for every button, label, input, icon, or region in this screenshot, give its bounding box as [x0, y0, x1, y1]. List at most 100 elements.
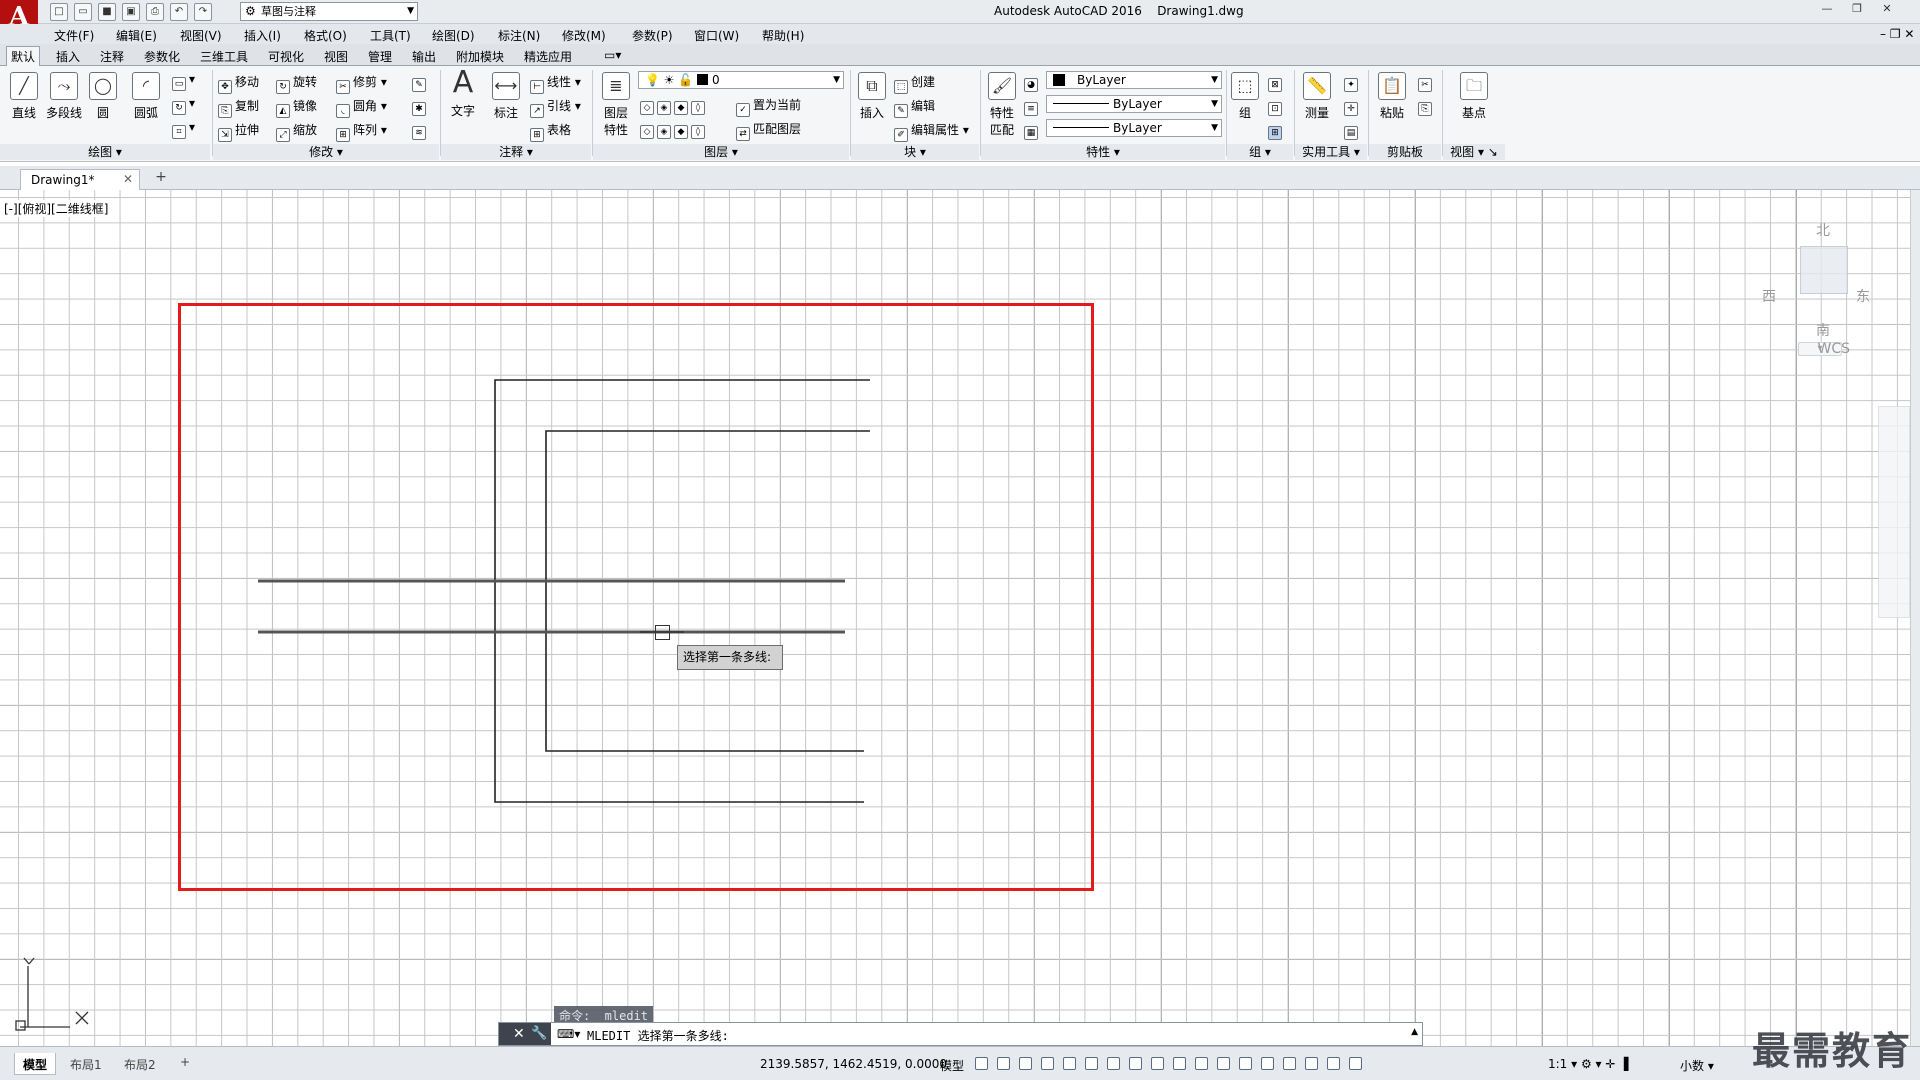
- erase-icon[interactable]: ✎: [412, 73, 429, 92]
- tab-home[interactable]: 默认: [6, 46, 41, 66]
- auto-scale-icon[interactable]: [1349, 1057, 1362, 1070]
- panel-label-properties[interactable]: 特性 ▾: [981, 144, 1225, 160]
- panel-label-layers[interactable]: 图层 ▾: [593, 144, 849, 160]
- table-button[interactable]: ⊞ 表格: [530, 121, 571, 142]
- wcs-dropdown[interactable]: WCS ▾: [1798, 342, 1850, 356]
- menu-item-view[interactable]: 视图(V): [180, 27, 222, 44]
- offset-icon[interactable]: ≋: [412, 121, 429, 140]
- lineweight-dropdown[interactable]: ByLayer ▼: [1046, 119, 1222, 137]
- paste-button[interactable]: 📋 粘贴: [1372, 72, 1412, 121]
- cut-icon[interactable]: ✂: [1418, 73, 1435, 92]
- edit-attributes-button[interactable]: ✐ 编辑属性 ▾: [894, 121, 969, 142]
- lineweight-display-icon[interactable]: [1173, 1057, 1186, 1070]
- menu-item-tools[interactable]: 工具(T): [370, 27, 411, 44]
- add-layout-icon[interactable]: +: [174, 1053, 196, 1075]
- arc-button[interactable]: ◜ 圆弧: [128, 72, 164, 121]
- hatch-icon[interactable]: ↻ ▾: [172, 96, 195, 115]
- panel-label-block[interactable]: 块 ▾: [851, 144, 979, 160]
- undo-icon[interactable]: ↶: [170, 3, 188, 21]
- mirror-button[interactable]: ◭ 镜像: [276, 97, 317, 118]
- dynamic-input-icon[interactable]: [1041, 1057, 1054, 1070]
- menu-item-format[interactable]: 格式(O): [304, 27, 347, 44]
- linear-dim-button[interactable]: ⊢ 线性 ▾: [530, 73, 581, 94]
- viewcube[interactable]: 北 西 东 南 WCS ▾: [1760, 210, 1870, 360]
- save-as-icon[interactable]: ▣: [122, 3, 140, 21]
- insert-block-button[interactable]: ⧉ 插入: [854, 72, 890, 121]
- create-block-button[interactable]: ⬚ 创建: [894, 73, 935, 94]
- color-wheel-icon[interactable]: ◕: [1024, 73, 1041, 92]
- text-button[interactable]: A 文字: [446, 68, 480, 119]
- redo-icon[interactable]: ↷: [194, 3, 212, 21]
- ribbon-minimize-icon[interactable]: ▭▾: [604, 48, 621, 62]
- tab-view[interactable]: 视图: [324, 48, 348, 65]
- vertical-scrollbar[interactable]: [1910, 190, 1920, 1046]
- edit-block-button[interactable]: ✎ 编辑: [894, 97, 935, 118]
- menu-window-controls[interactable]: – ❐ ✕: [1880, 27, 1914, 41]
- menu-item-edit[interactable]: 编辑(E): [116, 27, 157, 44]
- annotation-visibility-icon[interactable]: [1327, 1057, 1340, 1070]
- copy-clip-icon[interactable]: ⎘: [1418, 97, 1435, 116]
- layout-tab-layout2[interactable]: 布局2: [116, 1053, 164, 1075]
- command-input[interactable]: MLEDIT 选择第一条多线:: [587, 1027, 729, 1044]
- compass-south[interactable]: 南: [1816, 320, 1830, 340]
- transparency-icon[interactable]: ▦: [1024, 121, 1041, 140]
- print-icon[interactable]: ⎙: [146, 3, 164, 21]
- array-button[interactable]: ⊞ 阵列 ▾: [336, 121, 387, 142]
- tab-manage[interactable]: 管理: [368, 48, 392, 65]
- minimize-icon[interactable]: —: [1816, 2, 1838, 18]
- command-prompt-icon[interactable]: ⌨▾: [557, 1027, 580, 1041]
- ortho-icon[interactable]: [1063, 1057, 1076, 1070]
- isodraft-icon[interactable]: [1107, 1057, 1120, 1070]
- object-snap-tracking-icon[interactable]: [1129, 1057, 1142, 1070]
- rotate-button[interactable]: ↻ 旋转: [276, 73, 317, 94]
- compass-east[interactable]: 东: [1856, 286, 1870, 306]
- panel-label-utilities[interactable]: 实用工具 ▾: [1295, 144, 1367, 160]
- command-line-grip[interactable]: ✕ 🔧: [499, 1023, 551, 1045]
- linetype-dropdown[interactable]: ByLayer ▼: [1046, 95, 1222, 113]
- tab-visualize[interactable]: 可视化: [268, 48, 304, 65]
- command-line[interactable]: ✕ 🔧 ⌨▾ MLEDIT 选择第一条多线: ▲: [498, 1022, 1423, 1046]
- dynamic-ucs-icon[interactable]: [1261, 1057, 1274, 1070]
- close-icon[interactable]: ✕: [123, 172, 133, 186]
- save-icon[interactable]: ■: [98, 3, 116, 21]
- color-dropdown[interactable]: ByLayer ▼: [1046, 71, 1222, 89]
- menu-item-help[interactable]: 帮助(H): [762, 27, 804, 44]
- polyline-button[interactable]: ⤳ 多段线: [44, 72, 84, 121]
- model-space-toggle[interactable]: 模型: [940, 1057, 964, 1074]
- navigation-bar[interactable]: [1878, 406, 1910, 618]
- scale-button[interactable]: ⤢ 缩放: [276, 121, 317, 142]
- base-view-button[interactable]: 🗀 基点: [1452, 72, 1496, 121]
- line-button[interactable]: ╱ 直线: [6, 72, 42, 121]
- tab-addins[interactable]: 附加模块: [456, 48, 504, 65]
- circle-button[interactable]: ◯ 圆: [88, 72, 118, 121]
- layer-tools-row1[interactable]: ◇ ◈ ◆ ◊: [640, 96, 708, 115]
- close-icon[interactable]: ✕: [513, 1026, 525, 1042]
- transparency-display-icon[interactable]: [1195, 1057, 1208, 1070]
- drawing-canvas[interactable]: [-][俯视][二维线框] 选择第一条多线: 北 西 东 南 WCS ▾: [0, 190, 1910, 1046]
- infer-icon[interactable]: [1019, 1057, 1032, 1070]
- new-file-icon[interactable]: □: [50, 3, 68, 21]
- stretch-button[interactable]: ⇲ 拉伸: [218, 121, 259, 142]
- trim-button[interactable]: ✂ 修剪 ▾: [336, 73, 387, 94]
- document-tab[interactable]: Drawing1* ✕: [20, 169, 140, 190]
- panel-label-draw[interactable]: 绘图 ▾: [0, 144, 210, 160]
- compass-north[interactable]: 北: [1816, 220, 1830, 240]
- menu-item-dimension[interactable]: 标注(N): [498, 27, 540, 44]
- tab-parametric[interactable]: 参数化: [144, 48, 180, 65]
- gizmo-icon[interactable]: [1305, 1057, 1318, 1070]
- viewcube-top-face[interactable]: [1800, 246, 1848, 294]
- tab-output[interactable]: 输出: [412, 48, 436, 65]
- group-select-icon[interactable]: ⊞: [1268, 121, 1285, 140]
- ungroup-icon[interactable]: ⊠: [1268, 73, 1285, 92]
- leader-button[interactable]: ↗ 引线 ▾: [530, 97, 581, 118]
- layer-tools-row2[interactable]: ◇ ◈ ◆ ◊: [640, 120, 708, 139]
- layer-dropdown[interactable]: 💡 ☀ 🔓 0 ▼: [638, 71, 844, 89]
- selection-filter-icon[interactable]: [1283, 1057, 1296, 1070]
- menu-item-file[interactable]: 文件(F): [54, 27, 94, 44]
- units-dropdown[interactable]: 小数 ▾: [1680, 1057, 1714, 1074]
- tab-annotate[interactable]: 注释: [100, 48, 124, 65]
- lineweight-icon[interactable]: ≡: [1024, 97, 1041, 116]
- copy-button[interactable]: ⎘ 复制: [218, 97, 259, 118]
- explode-icon[interactable]: ✱: [412, 97, 429, 116]
- boundary-icon[interactable]: ⌗ ▾: [172, 120, 195, 139]
